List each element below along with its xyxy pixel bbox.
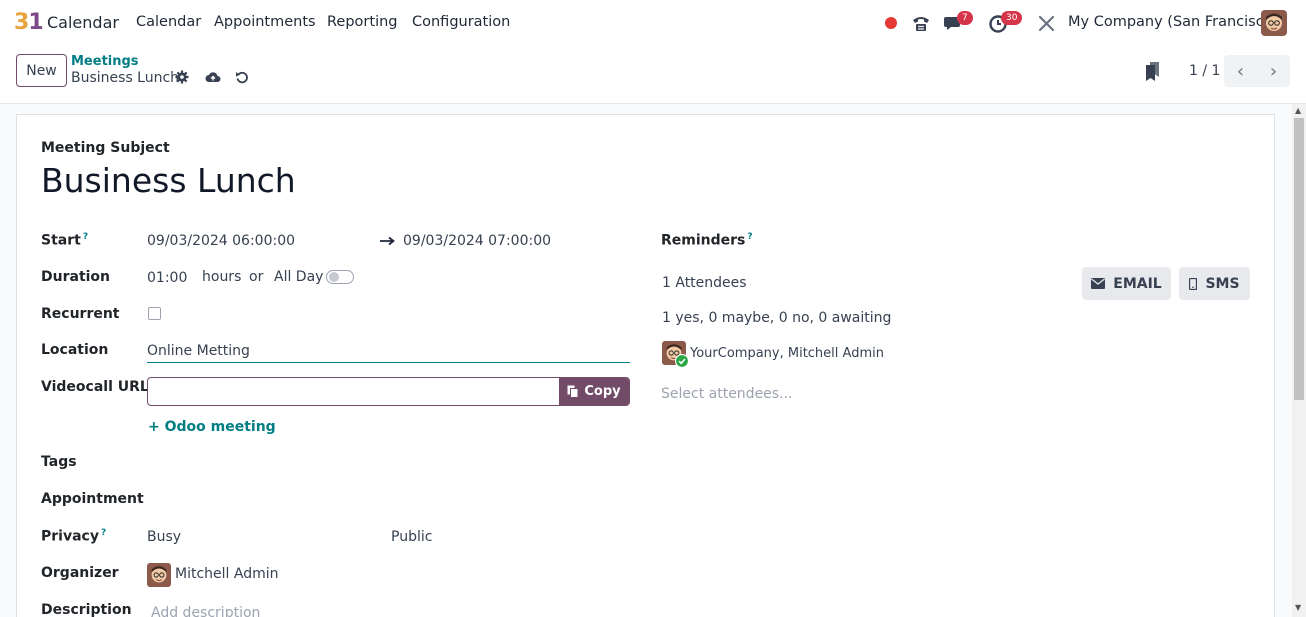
top-navbar: 31 Calendar Calendar Appointments Report… bbox=[0, 0, 1306, 46]
recurrent-checkbox[interactable] bbox=[148, 307, 161, 320]
copy-button[interactable]: Copy bbox=[559, 378, 629, 405]
select-attendees-input[interactable]: Select attendees... bbox=[661, 386, 792, 402]
start-datetime-input[interactable]: 09/03/2024 06:00:00 bbox=[147, 233, 295, 249]
user-avatar[interactable] bbox=[1261, 10, 1287, 36]
organizer-label: Organizer bbox=[41, 565, 119, 581]
recording-indicator-icon[interactable] bbox=[885, 17, 897, 29]
envelope-icon bbox=[1091, 278, 1106, 289]
duration-label: Duration bbox=[41, 269, 111, 285]
accepted-check-icon bbox=[675, 354, 689, 368]
new-button[interactable]: New bbox=[16, 54, 67, 87]
menu-calendar[interactable]: Calendar bbox=[136, 14, 201, 30]
description-label: Description bbox=[41, 602, 132, 617]
show-as-select[interactable]: Busy bbox=[147, 529, 181, 545]
meeting-subject-input[interactable]: Business Lunch bbox=[41, 161, 296, 200]
or-text: or bbox=[249, 269, 264, 285]
privacy-label: Privacy? bbox=[41, 528, 107, 545]
attendees-count: 1 Attendees bbox=[662, 275, 747, 291]
bookmark-icon[interactable] bbox=[1145, 62, 1161, 81]
activities-badge: 30 bbox=[1001, 11, 1023, 25]
pager-value[interactable]: 1 / 1 bbox=[1189, 63, 1220, 79]
reminders-label: Reminders? bbox=[661, 232, 753, 249]
cloud-upload-icon[interactable] bbox=[205, 70, 221, 84]
location-label: Location bbox=[41, 342, 109, 358]
menu-configuration[interactable]: Configuration bbox=[412, 14, 510, 30]
odoo-meeting-link[interactable]: + Odoo meeting bbox=[148, 419, 276, 435]
debug-tools-icon[interactable] bbox=[1036, 12, 1058, 34]
plus-icon: + bbox=[148, 419, 165, 435]
appointment-label: Appointment bbox=[41, 491, 144, 507]
tags-label: Tags bbox=[41, 454, 77, 470]
videocall-url-input[interactable]: Copy bbox=[147, 377, 630, 406]
scroll-down-arrow-icon[interactable]: ▼ bbox=[1295, 603, 1301, 612]
company-switcher[interactable]: My Company (San Francisco) bbox=[1068, 14, 1278, 30]
pager-previous-button[interactable]: ‹ bbox=[1224, 55, 1257, 87]
hours-text: hours bbox=[202, 269, 242, 285]
chevron-right-icon: › bbox=[1269, 60, 1278, 82]
chevron-left-icon: ‹ bbox=[1236, 60, 1245, 82]
videocall-url-label: Videocall URL bbox=[41, 379, 149, 395]
attendees-summary: 1 yes, 0 maybe, 0 no, 0 awaiting bbox=[662, 310, 892, 326]
messages-badge: 7 bbox=[957, 11, 973, 25]
sms-button[interactable]: SMS bbox=[1179, 267, 1250, 300]
discard-undo-icon[interactable] bbox=[235, 70, 249, 84]
recurrent-label: Recurrent bbox=[41, 306, 120, 322]
description-input[interactable]: Add description bbox=[151, 605, 260, 617]
privacy-help-icon[interactable]: ? bbox=[101, 528, 106, 538]
pager-next-button[interactable]: › bbox=[1257, 55, 1290, 87]
location-input[interactable]: Online Metting bbox=[147, 343, 250, 359]
organizer-input[interactable]: Mitchell Admin bbox=[175, 566, 279, 582]
app-name[interactable]: Calendar bbox=[47, 13, 119, 32]
menu-appointments[interactable]: Appointments bbox=[214, 14, 316, 30]
copy-icon bbox=[567, 385, 579, 398]
scroll-up-arrow-icon[interactable]: ▲ bbox=[1295, 106, 1301, 115]
calendar-app-logo[interactable]: 31 bbox=[14, 10, 44, 36]
mobile-phone-icon bbox=[1189, 277, 1198, 290]
start-help-icon[interactable]: ? bbox=[83, 232, 88, 242]
duration-input[interactable]: 01:00 bbox=[147, 270, 187, 286]
start-label: Start? bbox=[41, 232, 89, 249]
meeting-subject-label: Meeting Subject bbox=[41, 140, 170, 156]
privacy-select[interactable]: Public bbox=[391, 529, 432, 545]
control-panel: New Meetings Business Lunch 1 / 1 ‹ › bbox=[0, 46, 1306, 104]
menu-reporting[interactable]: Reporting bbox=[327, 14, 398, 30]
attendee-name[interactable]: YourCompany, Mitchell Admin bbox=[690, 346, 884, 361]
end-datetime-input[interactable]: 09/03/2024 07:00:00 bbox=[403, 233, 551, 249]
arrow-right-icon bbox=[380, 236, 395, 246]
breadcrumb-meetings[interactable]: Meetings bbox=[71, 54, 139, 69]
scrollbar-thumb[interactable] bbox=[1294, 118, 1304, 400]
copy-label: Copy bbox=[584, 384, 621, 399]
organizer-avatar bbox=[147, 563, 171, 587]
breadcrumb-current: Business Lunch bbox=[71, 70, 180, 86]
gear-icon[interactable] bbox=[175, 70, 189, 84]
all-day-label: All Day bbox=[274, 269, 324, 285]
all-day-toggle[interactable] bbox=[326, 270, 354, 284]
phone-icon[interactable] bbox=[910, 12, 932, 34]
reminders-help-icon[interactable]: ? bbox=[747, 232, 752, 242]
location-input-underline bbox=[147, 362, 630, 363]
email-button[interactable]: EMAIL bbox=[1082, 267, 1171, 300]
